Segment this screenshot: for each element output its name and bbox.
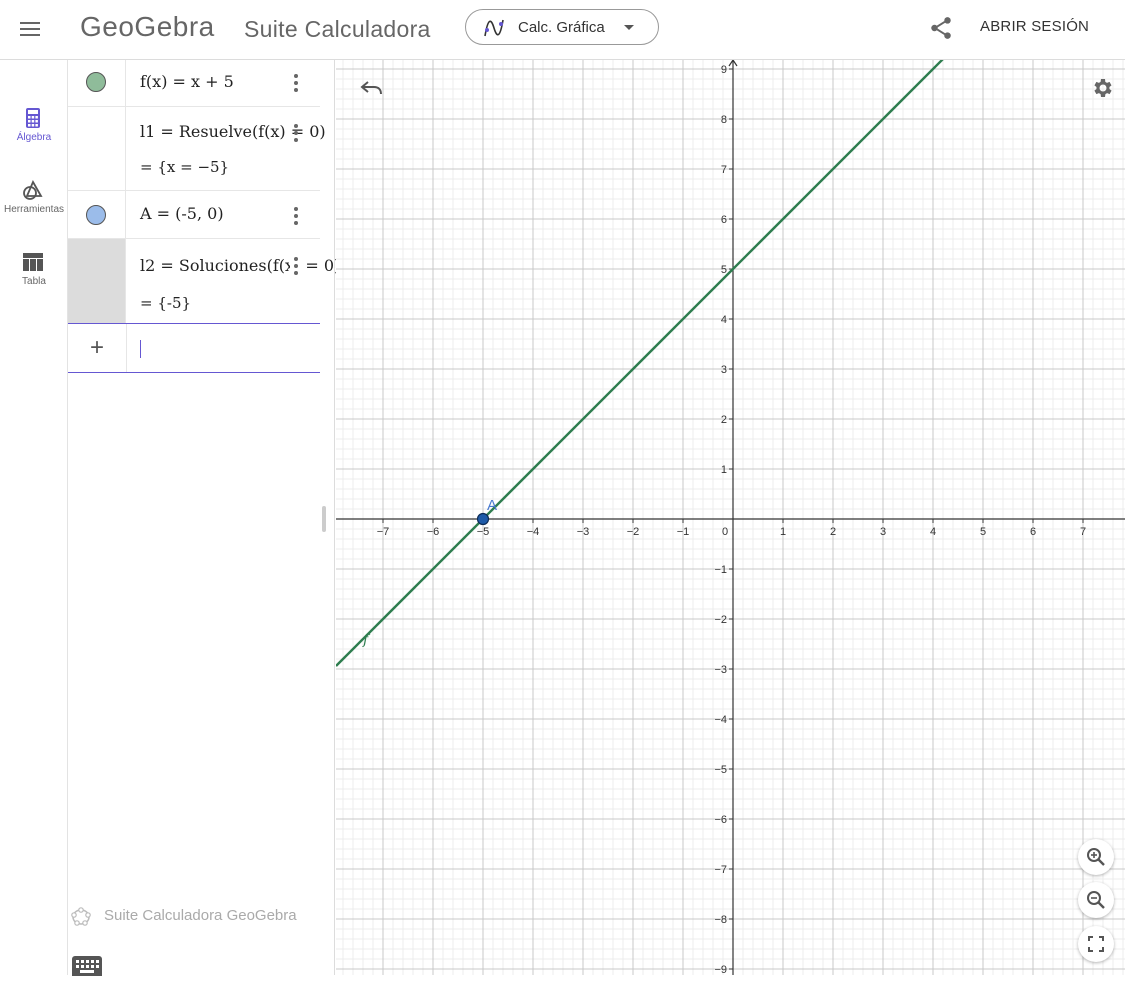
undo-icon[interactable] [358,76,386,102]
tools-icon [23,179,43,200]
x-tick-label: 0 [722,526,728,538]
graph-canvas[interactable]: −7 −6 −5 −4 −3 −2 −1 0 1 2 3 4 5 6 7 9 8 7 6 5 4 3 2 1 −1 −2 −3 −4 −… [336,60,1125,975]
rail-item-label: Herramientas [3,204,65,215]
keyboard-icon[interactable] [72,956,102,976]
cell-divider [126,324,127,372]
x-tick-label: 4 [930,526,936,538]
y-tick-label: −5 [714,764,727,776]
rail-item-algebra[interactable]: Álgebra [0,96,68,156]
footer-brand: Suite Calculadora GeoGebra [68,904,335,928]
y-tick-label: 4 [721,314,727,326]
visibility-toggle[interactable] [86,205,106,225]
row-output: = {x = −5} [140,158,230,176]
fullscreen-button[interactable] [1078,926,1114,962]
x-tick-label: 6 [1030,526,1036,538]
rail-item-label: Álgebra [16,132,52,143]
rail-item-table[interactable]: Tabla [0,240,68,300]
left-navigation-rail: Álgebra Herramientas Tabla [0,60,68,975]
row-definition[interactable]: l2 = Soluciones(f(x) = 0) [140,256,340,275]
x-tick-label: 1 [780,526,786,538]
row-definition[interactable]: A = (-5, 0) [140,204,224,223]
panel-resize-handle[interactable] [322,506,326,532]
marble-cell [68,107,126,190]
y-tick-label: 5 [721,264,727,276]
y-tick-label: −1 [714,564,727,576]
y-tick-label: −2 [714,614,727,626]
function-label: f [362,632,371,648]
y-tick-label: 2 [721,414,727,426]
text-caret [140,340,141,358]
row-definition[interactable]: f(x) = x + 5 [140,72,234,91]
y-tick-label: −3 [714,664,727,676]
marble-cell [68,60,126,106]
y-tick-label: 1 [721,464,727,476]
y-tick-label: 8 [721,114,727,126]
keyboard-keys [76,960,99,973]
rail-item-label: Tabla [22,276,46,287]
geogebra-logo: GeoGebra [80,11,215,42]
graphics-view[interactable]: −7 −6 −5 −4 −3 −2 −1 0 1 2 3 4 5 6 7 9 8 7 6 5 4 3 2 1 −1 −2 −3 −4 −… [336,60,1125,975]
x-tick-label: 7 [1080,526,1086,538]
algebra-view: f(x) = x + 5 l1 = Resuelve(f(x) = 0) = {… [68,60,340,976]
x-tick-label: 5 [980,526,986,538]
algebra-row[interactable]: l1 = Resuelve(f(x) = 0) = {x = −5} [68,107,326,191]
function-line [336,60,944,667]
x-tick-label: −4 [527,526,540,538]
zoom-in-button[interactable] [1078,839,1114,875]
marble-cell [68,239,126,323]
y-tick-label: 7 [721,164,727,176]
point-label: A [487,497,497,514]
sign-in-button[interactable]: ABRIR SESIÓN [980,18,1089,35]
x-tick-label: −2 [627,526,640,538]
geogebra-logo-icon [71,907,91,926]
suite-title: Suite Calculadora [244,16,431,42]
more-options-icon[interactable] [290,74,302,94]
menu-icon[interactable] [20,18,44,42]
rail-item-tools[interactable]: Herramientas [0,168,68,228]
plus-icon[interactable]: + [86,336,108,360]
y-tick-label: −4 [714,714,727,726]
fullscreen-icon [1088,936,1104,952]
y-tick-label: 6 [721,214,727,226]
app-header: GeoGebra Suite Calculadora Calc. Gráfica… [0,0,1125,60]
y-tick-label: −6 [714,814,727,826]
zoom-in-icon [1087,848,1105,866]
chevron-down-icon [624,25,634,30]
y-tick-label: 3 [721,364,727,376]
graphing-app-icon [484,19,504,37]
share-icon[interactable] [928,15,954,41]
marble-cell [68,191,126,238]
algebra-input[interactable] [142,336,302,360]
app-picker-label: Calc. Gráfica [518,19,605,36]
x-tick-label: 2 [830,526,836,538]
more-options-icon[interactable] [290,257,302,277]
x-tick-label: −3 [577,526,590,538]
app-picker-button[interactable]: Calc. Gráfica [465,9,659,45]
zoom-out-icon [1087,891,1105,909]
x-tick-label: −1 [677,526,690,538]
algebra-row[interactable]: l2 = Soluciones(f(x) = 0) = {-5} [68,239,340,323]
x-tick-label: 3 [880,526,886,538]
x-tick-label: −6 [427,526,440,538]
row-output: = {-5} [140,294,192,312]
x-tick-label: −7 [377,526,390,538]
y-tick-label: −9 [714,964,727,975]
y-tick-label: 9 [721,64,727,76]
y-tick-label: −8 [714,914,727,926]
zoom-out-button[interactable] [1078,882,1114,918]
more-options-icon[interactable] [290,124,302,144]
x-tick-label: −5 [477,526,490,538]
point-a [476,512,490,526]
table-icon [23,253,43,271]
calculator-icon [26,108,40,128]
algebra-input-row[interactable]: + [68,323,320,373]
algebra-row[interactable]: f(x) = x + 5 [68,60,320,107]
y-tick-label: −7 [714,864,727,876]
footer-brand-label: Suite Calculadora GeoGebra [104,907,297,924]
more-options-icon[interactable] [290,207,302,227]
gear-icon[interactable] [1090,76,1114,100]
visibility-toggle[interactable] [86,72,106,92]
algebra-row[interactable]: A = (-5, 0) [68,191,320,239]
